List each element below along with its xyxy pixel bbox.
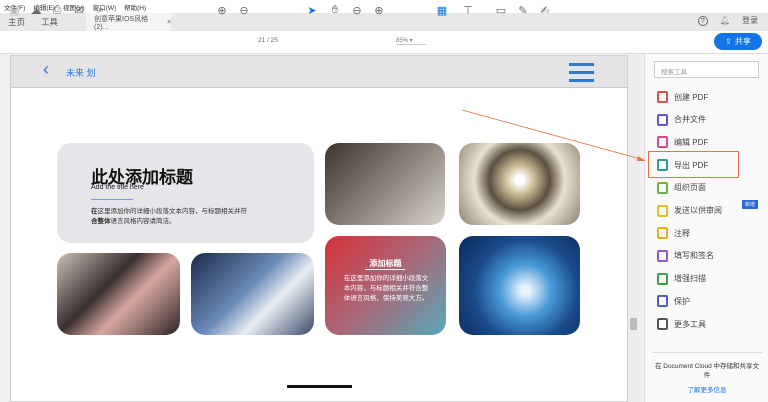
tool-item[interactable]: 组织页面	[657, 181, 706, 194]
tool-item[interactable]: 注释	[657, 227, 690, 240]
search-tools-input[interactable]: 搜索工具	[654, 61, 759, 78]
cloud-text: 在 Document Cloud 中存储和共享文件	[654, 363, 760, 379]
tool-icon	[657, 181, 668, 194]
tool-label: 组织页面	[674, 183, 706, 193]
tool-label: 保护	[674, 296, 690, 306]
tool-item[interactable]: 增强扫描	[657, 272, 706, 285]
panel-divider	[652, 352, 762, 353]
tool-label: 合并文件	[674, 115, 706, 125]
tool-item[interactable]: 创建 PDF	[657, 91, 708, 103]
tool-label: 编辑 PDF	[674, 137, 709, 147]
learn-more-link[interactable]: 了解更多信息	[652, 384, 762, 394]
tool-icon	[657, 249, 668, 262]
tool-item[interactable]: 合并文件	[657, 113, 706, 126]
tool-label: 更多工具	[674, 319, 706, 329]
tool-icon	[657, 227, 668, 240]
tool-label: 注释	[674, 228, 690, 238]
export-pdf-highlight	[648, 151, 739, 178]
tool-item[interactable]: 编辑 PDF	[657, 136, 709, 149]
tool-label: 填写和签名	[674, 251, 714, 261]
new-badge: 新增	[742, 200, 759, 209]
tool-item[interactable]: 保护	[657, 295, 690, 308]
tool-label: 发送以供审阅	[674, 206, 722, 215]
tool-icon	[657, 113, 668, 126]
tool-item[interactable]: 更多工具	[657, 318, 706, 330]
tool-item[interactable]: 填写和签名	[657, 249, 714, 262]
tool-icon	[657, 295, 668, 308]
tool-label: 创建 PDF	[674, 92, 709, 102]
tool-item[interactable]: 发送以供审阅	[657, 204, 722, 217]
tool-label: 增强扫描	[674, 274, 706, 284]
tool-icon	[657, 91, 668, 103]
tool-icon	[657, 136, 668, 149]
tool-icon	[657, 318, 668, 330]
tool-icon	[657, 272, 668, 285]
tool-icon	[657, 204, 668, 217]
